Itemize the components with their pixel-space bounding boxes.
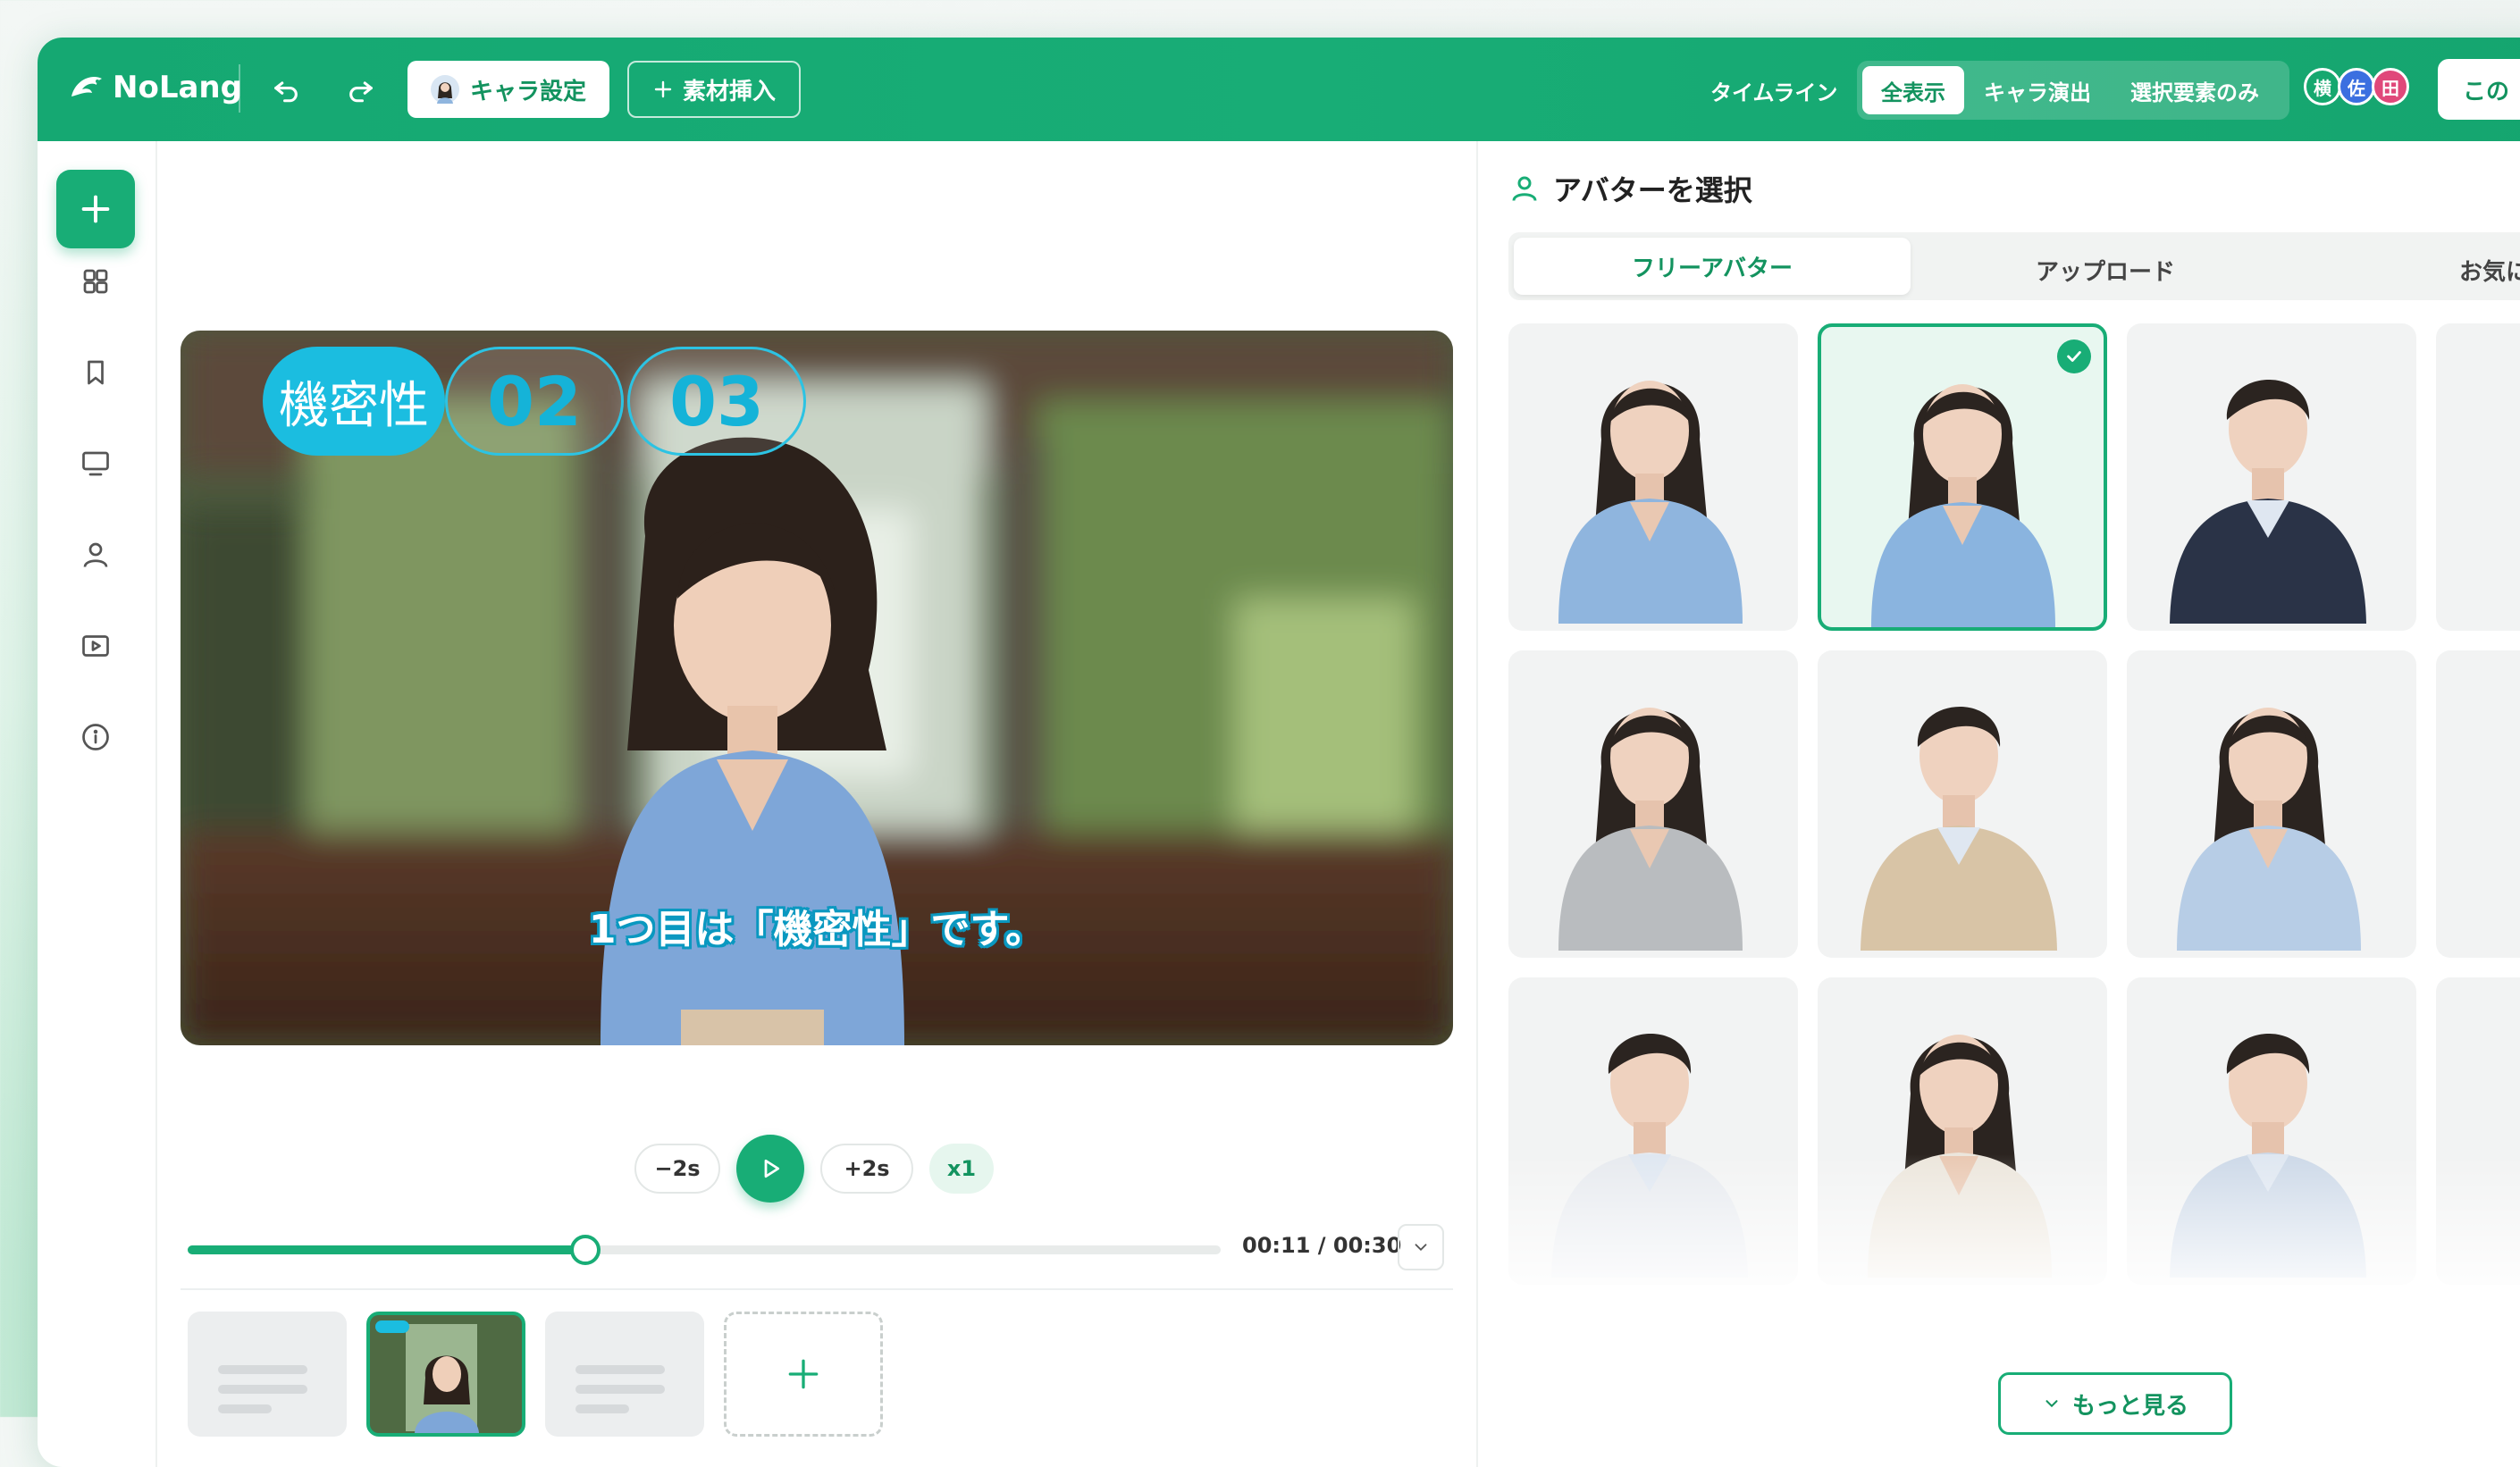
chevron-down-icon bbox=[2045, 1400, 2058, 1408]
show-more-label: もっと見る bbox=[2071, 1392, 2188, 1420]
video-preview[interactable]: 機密性 02 03 1つ目は「機密性」です。 bbox=[181, 331, 1453, 1045]
app-window: NoLang キャラ設定 素材挿入 タイムライン 全表示 キャラ演出 選択要素の… bbox=[38, 38, 2520, 1467]
timeline-divider bbox=[181, 1288, 1453, 1290]
avatar-thumb-icon bbox=[430, 75, 459, 104]
chapter-tab[interactable]: 機密性 bbox=[263, 347, 445, 456]
avatar-source-tabs: フリーアバター アップロード お気に bbox=[1508, 232, 2520, 300]
app-name: NoLang bbox=[113, 70, 242, 105]
sidebar-item-video[interactable] bbox=[77, 627, 114, 665]
scene-thumbnail[interactable] bbox=[545, 1312, 704, 1437]
collaborator-avatar[interactable]: 田 bbox=[2372, 68, 2409, 105]
avatar-portrait bbox=[2170, 379, 2366, 624]
playback-time: 00:11 / 00:30 bbox=[1242, 1233, 1402, 1258]
playback-speed-button[interactable]: x1 bbox=[929, 1144, 994, 1194]
redo-icon bbox=[349, 81, 373, 103]
placeholder-line bbox=[575, 1385, 665, 1394]
avatar-panel-title: アバターを選択 bbox=[1553, 173, 1752, 207]
scene-thumbnail[interactable] bbox=[188, 1312, 347, 1437]
insert-material-label: 素材挿入 bbox=[682, 78, 776, 105]
filter-all[interactable]: 全表示 bbox=[1862, 66, 1964, 114]
grid-fade-overlay bbox=[1503, 1154, 2520, 1333]
play-icon bbox=[764, 1159, 780, 1178]
sidebar-item-screen[interactable] bbox=[77, 445, 114, 482]
top-toolbar: NoLang キャラ設定 素材挿入 タイムライン 全表示 キャラ演出 選択要素の… bbox=[38, 38, 2520, 141]
chapter-tab[interactable]: 03 bbox=[627, 347, 806, 456]
redo-button[interactable] bbox=[341, 70, 381, 109]
scene-preview-image bbox=[370, 1315, 522, 1433]
avatar-portrait bbox=[1558, 708, 1743, 951]
timeline-label: タイムライン bbox=[1710, 80, 1838, 105]
filter-selected-only[interactable]: 選択要素のみ bbox=[2130, 75, 2259, 106]
bookmark-icon bbox=[88, 360, 104, 385]
add-button[interactable] bbox=[56, 170, 135, 248]
avatar-portrait bbox=[2177, 708, 2361, 951]
selected-check-icon bbox=[2057, 340, 2091, 373]
forward-2s-button[interactable]: +2s bbox=[820, 1144, 913, 1194]
avatar-portrait bbox=[1871, 384, 2055, 627]
sidebar-item-layout[interactable] bbox=[77, 263, 114, 300]
plus-icon bbox=[654, 80, 672, 98]
avatar-portrait bbox=[1558, 381, 1743, 624]
toolbar-divider bbox=[239, 64, 240, 113]
chara-settings-button[interactable]: キャラ設定 bbox=[407, 61, 609, 118]
panel-divider bbox=[1476, 141, 1478, 1467]
tab-favorites[interactable]: お気に bbox=[2459, 254, 2520, 287]
collaborator-avatar[interactable]: 佐 bbox=[2338, 68, 2375, 105]
avatar-card[interactable] bbox=[1508, 650, 1798, 958]
chapter-tab[interactable]: 02 bbox=[445, 347, 624, 456]
avatar-card[interactable] bbox=[1818, 650, 2107, 958]
primary-action-button[interactable]: この bbox=[2438, 59, 2520, 120]
monitor-icon bbox=[82, 451, 109, 476]
seek-handle[interactable] bbox=[570, 1235, 601, 1265]
tab-upload[interactable]: アップロード bbox=[2036, 254, 2175, 287]
undo-icon bbox=[274, 81, 298, 103]
chara-settings-label: キャラ設定 bbox=[469, 78, 586, 105]
filter-chara-direction[interactable]: キャラ演出 bbox=[1984, 75, 2091, 106]
video-subtitle: 1つ目は「機密性」です。 bbox=[588, 907, 1046, 952]
plus-icon bbox=[788, 1359, 819, 1389]
sidebar-item-info[interactable] bbox=[77, 718, 114, 756]
add-scene-button[interactable] bbox=[724, 1312, 883, 1437]
scene-thumbnail-selected[interactable] bbox=[366, 1312, 525, 1437]
avatar-card[interactable] bbox=[1508, 323, 1798, 631]
avatar-card[interactable] bbox=[1818, 323, 2107, 631]
sidebar-item-bookmarks[interactable] bbox=[77, 354, 114, 391]
tab-free-avatar[interactable]: フリーアバター bbox=[1514, 238, 1911, 295]
collaborator-avatar[interactable]: 横 bbox=[2304, 68, 2341, 105]
logo[interactable]: NoLang bbox=[68, 70, 242, 105]
grid-icon bbox=[83, 269, 108, 294]
avatar-card[interactable] bbox=[2436, 650, 2520, 958]
seek-bar[interactable] bbox=[188, 1235, 1221, 1265]
timeline-filter-group: 全表示 キャラ演出 選択要素のみ bbox=[1857, 61, 2289, 120]
avatar-card[interactable] bbox=[2127, 650, 2416, 958]
left-sidebar bbox=[38, 141, 157, 1467]
avatar-panel-header: アバターを選択 bbox=[1508, 168, 1752, 209]
video-icon bbox=[82, 635, 109, 657]
avatar-card[interactable] bbox=[2436, 323, 2520, 631]
placeholder-line bbox=[575, 1365, 665, 1374]
avatar-card[interactable] bbox=[2127, 323, 2416, 631]
sidebar-item-avatar[interactable] bbox=[77, 536, 114, 574]
play-button[interactable] bbox=[736, 1135, 804, 1203]
user-icon bbox=[83, 542, 108, 567]
seek-progress bbox=[188, 1245, 586, 1254]
undo-button[interactable] bbox=[266, 70, 306, 109]
plus-icon bbox=[81, 195, 110, 223]
rewind-2s-button[interactable]: −2s bbox=[634, 1144, 720, 1194]
placeholder-line bbox=[218, 1365, 307, 1374]
show-more-button[interactable]: もっと見る bbox=[1998, 1372, 2232, 1435]
placeholder-line bbox=[218, 1385, 307, 1394]
timeline-expand-button[interactable] bbox=[1398, 1224, 1444, 1270]
placeholder-line bbox=[218, 1404, 272, 1413]
insert-material-button[interactable]: 素材挿入 bbox=[627, 61, 801, 118]
chevron-down-icon bbox=[1415, 1244, 1427, 1252]
info-icon bbox=[82, 724, 109, 750]
user-icon bbox=[1512, 176, 1537, 201]
placeholder-line bbox=[575, 1404, 629, 1413]
avatar-portrait bbox=[1861, 706, 2057, 951]
dolphin-logo-icon bbox=[71, 77, 102, 96]
